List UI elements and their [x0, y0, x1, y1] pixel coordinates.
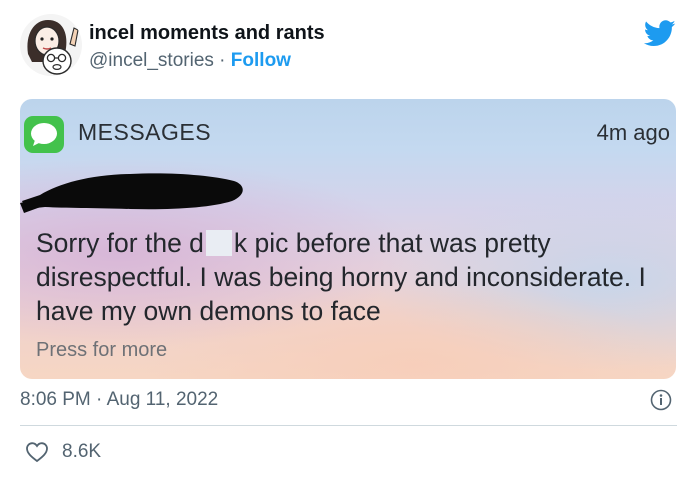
message-text-before-censor: Sorry for the d	[36, 228, 204, 258]
redacted-sender-scribble	[20, 173, 243, 213]
tweet-timestamp[interactable]: 8:06 PM · Aug 11, 2022	[20, 389, 218, 411]
cartoon-faces-icon	[27, 20, 79, 75]
like-count[interactable]: 8.6K	[62, 441, 101, 463]
info-icon[interactable]	[650, 389, 672, 411]
author-handle[interactable]: @incel_stories	[89, 50, 214, 71]
notification-time-ago: 4m ago	[596, 120, 670, 145]
author-display-name[interactable]: incel moments and rants	[89, 22, 325, 45]
heart-icon[interactable]	[25, 441, 49, 463]
press-for-more-hint: Press for more	[36, 339, 168, 361]
twitter-bird-icon[interactable]	[644, 20, 676, 47]
censor-box	[205, 230, 232, 256]
footer-divider	[20, 425, 677, 426]
notification-message-text: Sorry for the dk pic before that was pre…	[36, 226, 666, 328]
messages-bubble-icon	[24, 116, 64, 153]
message-notification-screenshot[interactable]: MESSAGES 4m ago Sorry for the dk pic bef…	[20, 99, 676, 379]
handle-separator: ·	[213, 50, 231, 71]
author-avatar[interactable]	[20, 14, 82, 76]
follow-button[interactable]: Follow	[231, 50, 291, 71]
notification-app-name: MESSAGES	[78, 119, 212, 145]
author-handle-line: @incel_stories · Follow	[89, 50, 291, 72]
tweet: incel moments and rants @incel_stories ·…	[0, 0, 700, 478]
